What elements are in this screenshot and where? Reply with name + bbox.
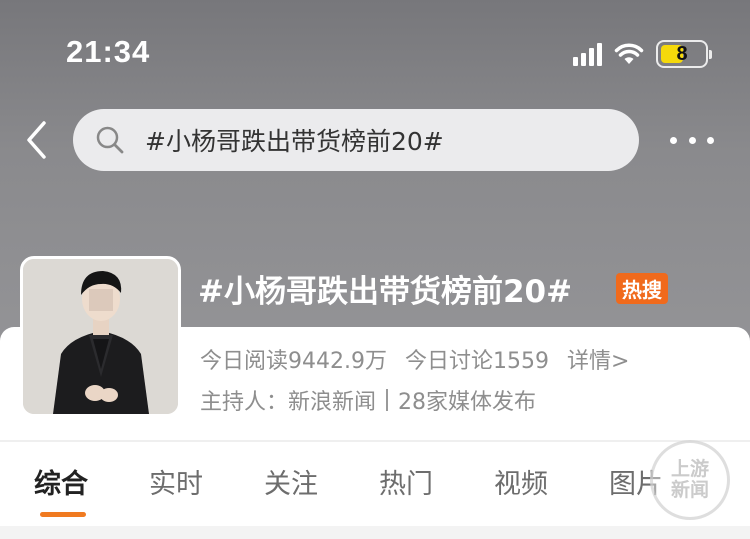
back-button[interactable] (18, 118, 54, 162)
watermark-line1: 上游 (670, 458, 709, 481)
search-query[interactable]: #小杨哥跌出带货榜前20# (145, 122, 444, 158)
topic-avatar[interactable] (20, 256, 181, 417)
status-icons: 8 (573, 38, 712, 70)
watermark-line2: 新闻 (670, 479, 709, 501)
cellular-signal-icon (573, 42, 602, 66)
watermark-logo: 上游 新闻 (650, 440, 730, 520)
topic-title: #小杨哥跌出带货榜前20# (198, 274, 573, 310)
battery-icon: 8 (656, 40, 712, 68)
tab-video[interactable]: 视频 (494, 462, 548, 501)
tab-realtime[interactable]: 实时 (149, 462, 203, 501)
chevron-left-icon (27, 121, 46, 159)
topic-stats: 今日阅读9442.9万 今日讨论1559 详情> (200, 343, 629, 375)
tab-separator (0, 440, 750, 442)
battery-level: 8 (676, 42, 688, 65)
tab-comprehensive[interactable]: 综合 (34, 462, 88, 501)
more-options-button[interactable] (670, 126, 714, 154)
host-info: 主持人：新浪新闻 28家媒体发布 (200, 384, 536, 416)
active-tab-indicator (40, 512, 86, 517)
search-icon (95, 125, 125, 155)
tab-following[interactable]: 关注 (264, 462, 318, 501)
today-reads: 今日阅读9442.9万 (200, 349, 387, 374)
host-label: 主持人：新浪新闻 (200, 390, 377, 415)
status-time: 21:34 (66, 34, 151, 69)
details-link[interactable]: 详情> (567, 343, 629, 375)
search-bar[interactable]: #小杨哥跌出带货榜前20# (73, 109, 639, 171)
host-divider (386, 389, 389, 411)
more-dots-icon (670, 136, 677, 144)
today-discussions: 今日讨论1559 (404, 349, 549, 374)
tab-hot[interactable]: 热门 (379, 462, 433, 501)
wifi-icon (614, 43, 644, 64)
hot-search-badge: 热搜 (616, 273, 668, 304)
media-count: 28家媒体发布 (398, 390, 537, 415)
content-divider (0, 526, 750, 539)
